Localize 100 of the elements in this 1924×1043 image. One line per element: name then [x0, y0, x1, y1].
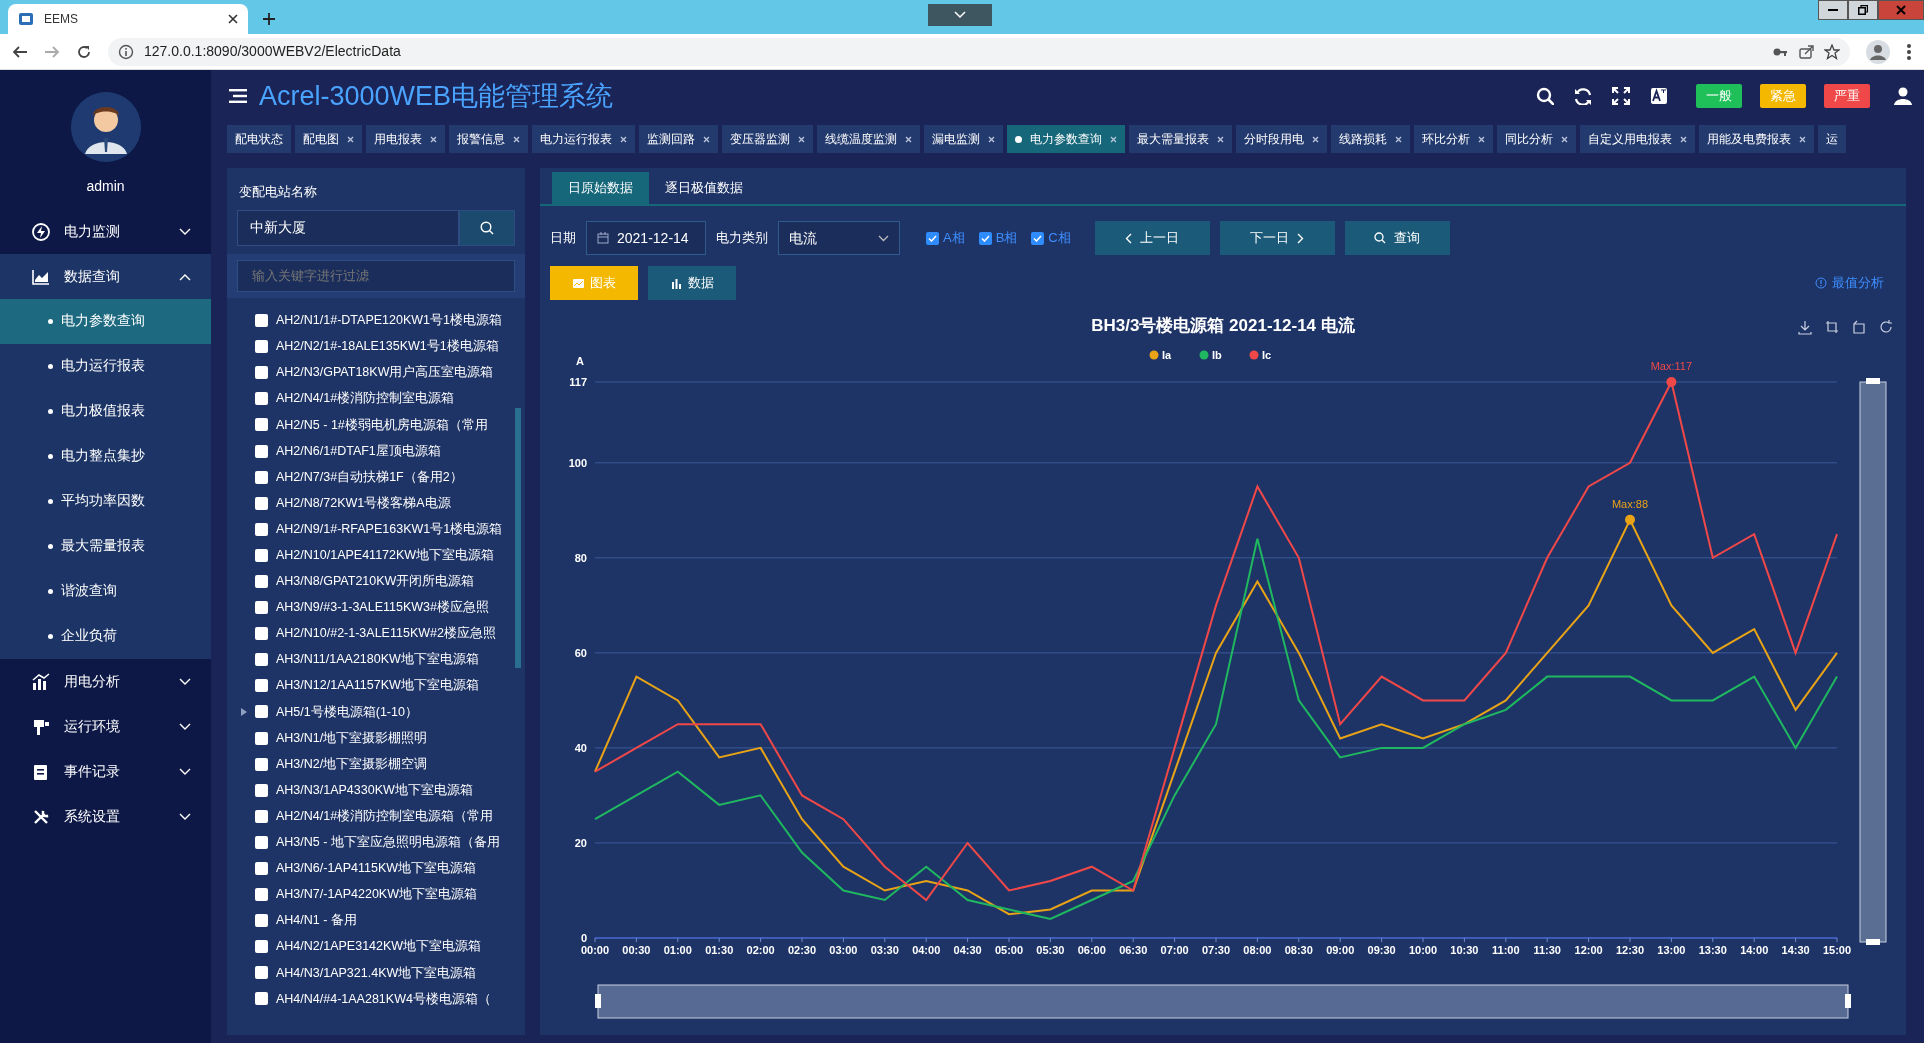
page-tab[interactable]: 监测回路	[639, 125, 718, 153]
download-icon[interactable]	[1798, 320, 1812, 335]
search-icon[interactable]	[1536, 87, 1554, 105]
checkbox[interactable]	[255, 888, 268, 902]
tree-item-label[interactable]: AH2/N10/#2-1-3ALE115KW#2楼应急照	[276, 624, 496, 644]
tree-item-label[interactable]: AH2/N8/72KW1号楼客梯A电源	[276, 493, 451, 513]
checkbox[interactable]	[255, 340, 268, 354]
checkbox[interactable]	[926, 231, 939, 245]
tree-item-label[interactable]: AH4/N4/#4-1AA281KW4号楼电源箱（	[276, 989, 491, 1009]
type-dropdown[interactable]: 电流	[778, 221, 900, 255]
range-slider[interactable]	[595, 984, 1851, 1019]
page-tab[interactable]: 配电状态	[227, 125, 291, 153]
star-icon[interactable]	[1824, 43, 1840, 60]
legend-dot[interactable]	[1199, 350, 1209, 360]
data-tab[interactable]: 日原始数据	[552, 172, 649, 204]
tree-item-label[interactable]: AH5/1号楼电源箱(1-10）	[276, 702, 418, 722]
checkbox[interactable]	[255, 966, 268, 980]
refresh-icon[interactable]	[1574, 87, 1592, 105]
user-icon[interactable]	[1894, 87, 1912, 105]
checkbox[interactable]	[255, 653, 268, 667]
next-day-button[interactable]: 下一日	[1219, 221, 1335, 255]
checkbox[interactable]	[978, 231, 992, 245]
profile-icon[interactable]	[1866, 39, 1890, 64]
submenu-item[interactable]: 最大需量报表	[0, 524, 211, 569]
submenu-item[interactable]: 平均功率因数	[0, 479, 211, 524]
previous-day-button[interactable]: 上一日	[1094, 221, 1210, 255]
back-icon[interactable]	[12, 43, 28, 60]
checkbox[interactable]	[255, 940, 268, 954]
page-tab[interactable]: 用电报表	[366, 125, 445, 153]
filter-field[interactable]: 输入关键字进行过滤	[237, 259, 515, 292]
tree-item-label[interactable]: AH2/N10/1APE41172KW地下室电源箱	[276, 546, 495, 565]
checkbox[interactable]	[255, 496, 268, 510]
checkbox[interactable]	[255, 444, 268, 458]
address-bar[interactable]: 127.0.0.1:8090/3000WEBV2/ElectricData	[108, 37, 1850, 66]
browser-tab[interactable]: EEMS	[8, 4, 248, 34]
menu-item[interactable]: 系统设置	[0, 794, 211, 839]
view-toggle-button[interactable]: 数据	[648, 266, 736, 300]
submenu-item[interactable]: 电力整点集抄	[0, 434, 211, 479]
page-tab[interactable]: 最大需量报表	[1129, 125, 1232, 153]
page-tab[interactable]: 同比分析	[1497, 125, 1576, 153]
tree-item-label[interactable]: AH2/N2/1#-18ALE135KW1号1楼电源箱	[276, 337, 499, 356]
submenu-item[interactable]: 电力参数查询	[0, 299, 211, 344]
reload-icon[interactable]	[76, 43, 92, 60]
checkbox[interactable]	[255, 914, 268, 928]
checkbox[interactable]	[255, 783, 268, 797]
tree-item-label[interactable]: AH2/N1/1#-DTAPE120KW1号1楼电源箱	[276, 311, 502, 330]
query-button[interactable]: 查询	[1344, 221, 1450, 255]
tree-item-label[interactable]: AH2/N5 - 1#楼弱电机房电源箱（常用	[276, 415, 488, 435]
menu-item[interactable]: 运行环境	[0, 704, 211, 749]
tree-item-label[interactable]: AH2/N4/1#楼消防控制室电源箱	[276, 389, 455, 409]
checkbox-label[interactable]: B相	[995, 228, 1018, 248]
tree-item-label[interactable]: AH4/N1 - 备用	[276, 911, 357, 931]
legend-dot[interactable]	[1249, 350, 1259, 360]
tree-item-label[interactable]: AH2/N9/1#-RFAPE163KW1号1楼电源箱	[276, 519, 503, 539]
tree-item-label[interactable]: AH2/N6/1#DTAF1屋顶电源箱	[276, 441, 441, 461]
tree-item-label[interactable]: AH3/N7/-1AP4220KW地下室电源箱	[276, 885, 477, 904]
tree-item-label[interactable]: AH3/N8/GPAT210KW开闭所电源箱	[276, 572, 475, 591]
checkbox[interactable]	[255, 835, 268, 849]
checkbox[interactable]	[255, 757, 268, 771]
checkbox[interactable]	[255, 705, 268, 719]
date-field[interactable]: 2021-12-14	[586, 221, 706, 255]
tree-item-label[interactable]: AH3/N11/1AA2180KW地下室电源箱	[276, 650, 479, 670]
search-button[interactable]	[459, 209, 515, 246]
page-tab[interactable]: 用能及电费报表	[1699, 125, 1814, 153]
checkbox[interactable]	[255, 392, 268, 406]
tree-item-label[interactable]: AH3/N12/1AA1157KW地下室电源箱	[276, 676, 479, 696]
tree-item-label[interactable]: AH4/N3/1AP321.4KW地下室电源箱	[276, 963, 477, 983]
close-icon[interactable]	[228, 14, 238, 24]
menu-item[interactable]: 用电分析	[0, 659, 211, 704]
submenu-item[interactable]: 电力运行报表	[0, 344, 211, 389]
legend-dot[interactable]	[1149, 350, 1159, 360]
page-tab[interactable]: 报警信息	[449, 125, 528, 153]
tree-item-label[interactable]: AH3/N2/地下室摄影棚空调	[276, 754, 428, 774]
tree-item-label[interactable]: AH2/N3/GPAT18KW用户高压室电源箱	[276, 363, 494, 383]
menu-item[interactable]: 事件记录	[0, 749, 211, 794]
tree-item-label[interactable]: AH4/N2/1APE3142KW地下室电源箱	[276, 937, 482, 957]
page-tab[interactable]: 配电图	[295, 125, 362, 153]
plus-icon[interactable]	[262, 12, 276, 26]
analysis-link[interactable]: 最值分析	[1815, 273, 1884, 293]
checkbox[interactable]	[1031, 231, 1045, 245]
checkbox[interactable]	[255, 522, 268, 536]
tree-item-label[interactable]: AH3/N9/#3-1-3ALE115KW3#楼应急照	[276, 598, 489, 617]
page-tab[interactable]: 环比分析	[1414, 125, 1493, 153]
translate-icon[interactable]	[1650, 87, 1668, 105]
tree-item-label[interactable]: AH3/N5 - 地下室应急照明电源箱（备用	[276, 833, 500, 852]
page-tab[interactable]: 运	[1818, 125, 1846, 153]
tree-item-label[interactable]: AH2/N7/3#自动扶梯1F（备用2）	[276, 467, 463, 487]
page-tab[interactable]: 变压器监测	[722, 125, 813, 153]
menu-item[interactable]: 数据查询	[0, 254, 211, 299]
checkbox-label[interactable]: A相	[943, 228, 965, 248]
minimize-button[interactable]	[1818, 0, 1848, 20]
alarm-filter-button[interactable]: 严重	[1824, 84, 1870, 108]
page-tab[interactable]: 电力运行报表	[532, 125, 635, 153]
tree-item-label[interactable]: AH3/N1/地下室摄影棚照明	[276, 728, 428, 748]
restore-button[interactable]	[1848, 0, 1878, 20]
fullscreen-icon[interactable]	[1612, 87, 1630, 105]
checkbox[interactable]	[255, 862, 268, 875]
data-tab[interactable]: 逐日极值数据	[649, 172, 759, 204]
page-tab[interactable]: 自定义用电报表	[1580, 125, 1695, 153]
page-tab[interactable]: 线路损耗	[1331, 125, 1410, 153]
